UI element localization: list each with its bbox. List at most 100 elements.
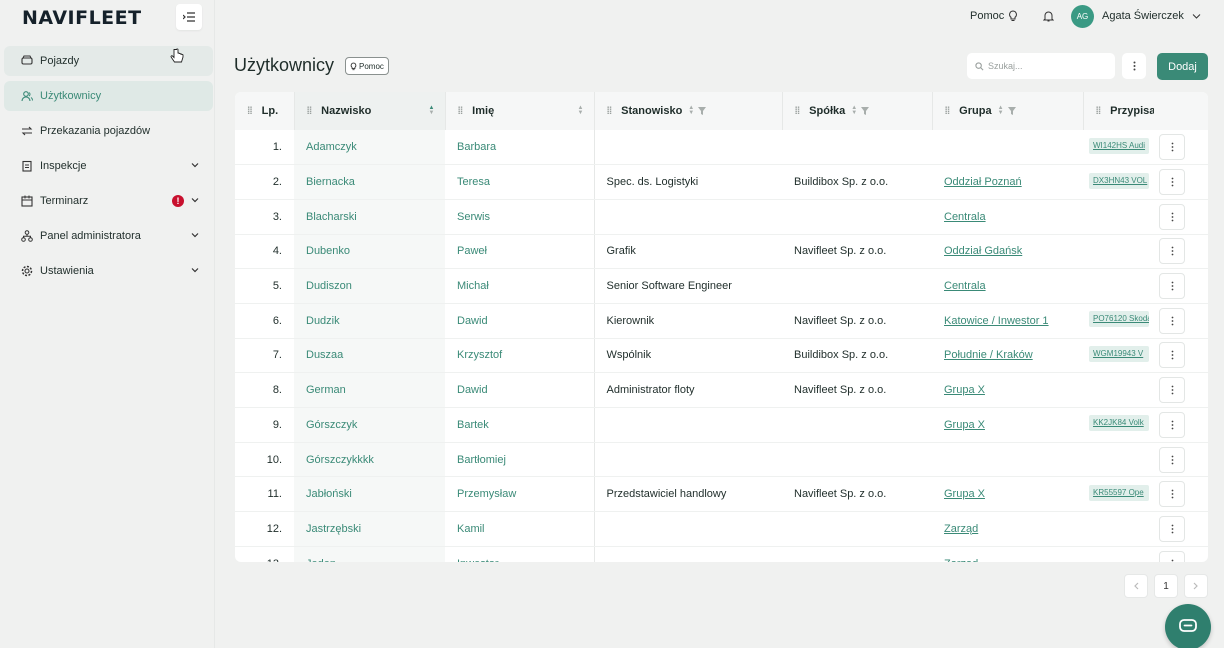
last-name-link[interactable]: Biernacka (294, 164, 445, 200)
row-actions-button[interactable] (1159, 446, 1185, 473)
row-actions-button[interactable] (1159, 481, 1185, 508)
first-name-link[interactable]: Paweł (445, 234, 595, 270)
prev-page-button[interactable] (1124, 574, 1148, 598)
group-link[interactable]: Grupa X (944, 419, 985, 431)
group-link[interactable]: Oddział Gdańsk (944, 245, 1022, 257)
table-row[interactable]: 11. Jabłoński Przemysław Przedstawiciel han… (235, 476, 1208, 513)
last-name-link[interactable]: Górszczykkkk (294, 442, 445, 478)
user-menu[interactable]: Agata Świerczek (1102, 10, 1201, 22)
sidebar-item-terminarz[interactable]: Terminarz ! (4, 186, 213, 216)
row-actions-button[interactable] (1159, 169, 1185, 196)
row-actions-button[interactable] (1159, 411, 1185, 438)
group-link[interactable]: Grupa X (944, 488, 985, 500)
column-header-stanowisko[interactable]: ⁞⁞ Stanowisko ▲ ▼ (594, 92, 783, 130)
filter-icon[interactable] (698, 107, 707, 115)
column-header-nazwisko[interactable]: ⁞⁞ Nazwisko ▲ ▼ (294, 92, 446, 130)
page-number-button[interactable]: 1 (1154, 574, 1178, 598)
vehicle-link[interactable]: KK2JK84 Volk (1089, 415, 1149, 432)
group-link[interactable]: Katowice / Inwestor 1 (944, 315, 1049, 327)
more-options-button[interactable] (1122, 53, 1146, 79)
last-name-link[interactable]: German (294, 372, 445, 408)
table-row[interactable]: 8. German Dawid Administrator floty Naviflee… (235, 372, 1208, 408)
table-row[interactable]: 3. Blacharski Serwis Centrala (235, 199, 1208, 235)
row-actions-button[interactable] (1159, 134, 1185, 161)
row-actions-button[interactable] (1159, 377, 1185, 404)
sidebar-item-panel-administratora[interactable]: Panel administratora (4, 221, 213, 251)
table-row[interactable]: 10. Górszczykkkk Bartłomiej (235, 442, 1208, 478)
first-name-link[interactable]: Dawid (445, 372, 595, 408)
sort-icon[interactable]: ▲ ▼ (578, 105, 584, 116)
group-link[interactable]: Południe / Kraków (944, 349, 1033, 361)
sidebar-item-inspekcje[interactable]: Inspekcje (4, 151, 213, 181)
group-link[interactable]: Oddział Poznań (944, 176, 1022, 188)
last-name-link[interactable]: Duszaa (294, 338, 445, 374)
table-row[interactable]: 12. Jastrzębski Kamil Zarząd (235, 511, 1208, 547)
first-name-link[interactable]: Krzysztof (445, 338, 595, 374)
last-name-link[interactable]: Górszczyk (294, 407, 445, 443)
drag-handle-icon[interactable]: ⁞⁞ (607, 106, 613, 117)
notifications-button[interactable] (1042, 10, 1055, 25)
first-name-link[interactable]: Barbara (445, 130, 595, 166)
filter-icon[interactable] (861, 107, 870, 115)
chat-support-button[interactable] (1165, 604, 1211, 648)
drag-handle-icon[interactable]: ⁞⁞ (795, 106, 801, 117)
search-input[interactable] (988, 61, 1108, 71)
column-header-spolka[interactable]: ⁞⁞ Spółka ▲ ▼ (782, 92, 933, 130)
drag-handle-icon[interactable]: ⁞⁞ (1096, 106, 1102, 117)
last-name-link[interactable]: Dudiszon (294, 268, 445, 304)
column-header-przypisane[interactable]: ⁞⁞ Przypisa (1083, 92, 1155, 130)
first-name-link[interactable]: Serwis (445, 199, 595, 235)
first-name-link[interactable]: Bartek (445, 407, 595, 443)
last-name-link[interactable]: Dubenko (294, 234, 445, 270)
drag-handle-icon[interactable]: ⁞⁞ (247, 106, 253, 117)
avatar[interactable]: AG (1071, 5, 1094, 28)
row-actions-button[interactable] (1159, 238, 1185, 265)
row-actions-button[interactable] (1159, 515, 1185, 542)
last-name-link[interactable]: Blacharski (294, 199, 445, 235)
column-header-imie[interactable]: ⁞⁞ Imię ▲ ▼ (445, 92, 595, 130)
filter-icon[interactable] (1007, 107, 1016, 115)
first-name-link[interactable]: Inwestor (445, 546, 595, 562)
table-row[interactable]: 4. Dubenko Paweł Grafik Navifleet Sp. z o.o.… (235, 234, 1208, 270)
row-actions-button[interactable] (1159, 342, 1185, 369)
table-row[interactable]: 5. Dudiszon Michał Senior Software Engineer… (235, 268, 1208, 304)
row-actions-button[interactable] (1159, 307, 1185, 334)
search-box[interactable] (967, 53, 1115, 79)
first-name-link[interactable]: Przemysław (445, 476, 595, 513)
vehicle-link[interactable]: WI142HS Audi (1089, 137, 1149, 154)
group-link[interactable]: Grupa X (944, 384, 985, 396)
last-name-link[interactable]: Dudzik (294, 303, 445, 339)
add-button[interactable]: Dodaj (1157, 53, 1208, 80)
help-link[interactable]: Pomoc (970, 10, 1018, 22)
group-link[interactable]: Centrala (944, 280, 986, 292)
first-name-link[interactable]: Dawid (445, 303, 595, 339)
last-name-link[interactable]: Jeden (294, 546, 445, 562)
table-row[interactable]: 7. Duszaa Krzysztof Wspólnik Buildibox Sp. z… (235, 338, 1208, 374)
row-actions-button[interactable] (1159, 550, 1185, 562)
table-row[interactable]: 9. Górszczyk Bartek Grupa X KK2JK84 Volk (235, 407, 1208, 443)
table-row[interactable]: 6. Dudzik Dawid Kierownik Navifleet Sp. z o.… (235, 303, 1208, 339)
vehicle-link[interactable]: DX3HN43 VOL (1089, 172, 1149, 189)
row-actions-button[interactable] (1159, 203, 1185, 230)
column-header-lp[interactable]: ⁞⁞ Lp. (235, 92, 295, 130)
sidebar-item-ustawienia[interactable]: Ustawienia (4, 256, 213, 286)
sidebar-item-uzytkownicy[interactable]: Użytkownicy (4, 81, 213, 111)
last-name-link[interactable]: Jabłoński (294, 476, 445, 513)
first-name-link[interactable]: Michał (445, 268, 595, 304)
first-name-link[interactable]: Bartłomiej (445, 442, 595, 478)
drag-handle-icon[interactable]: ⁞⁞ (945, 106, 951, 117)
first-name-link[interactable]: Teresa (445, 164, 595, 200)
table-row[interactable]: 2. Biernacka Teresa Spec. ds. Logistyki Buil… (235, 164, 1208, 200)
last-name-link[interactable]: Adamczyk (294, 130, 445, 166)
vehicle-link[interactable]: KR55597 Ope (1089, 484, 1149, 501)
table-row[interactable]: 1. Adamczyk Barbara WI142HS Audi (235, 130, 1208, 166)
group-link[interactable]: Zarząd (944, 523, 978, 535)
table-row[interactable]: 13.JedenInwestor Zarząd (235, 546, 1208, 562)
sidebar-item-przekazania[interactable]: Przekazania pojazdów (4, 116, 213, 146)
sort-icon[interactable]: ▲ ▼ (688, 105, 694, 116)
drag-handle-icon[interactable]: ⁞⁞ (307, 106, 313, 117)
last-name-link[interactable]: Jastrzębski (294, 511, 445, 547)
sort-icon[interactable]: ▲ ▼ (851, 105, 857, 116)
first-name-link[interactable]: Kamil (445, 511, 595, 547)
collapse-sidebar-button[interactable] (176, 4, 202, 30)
